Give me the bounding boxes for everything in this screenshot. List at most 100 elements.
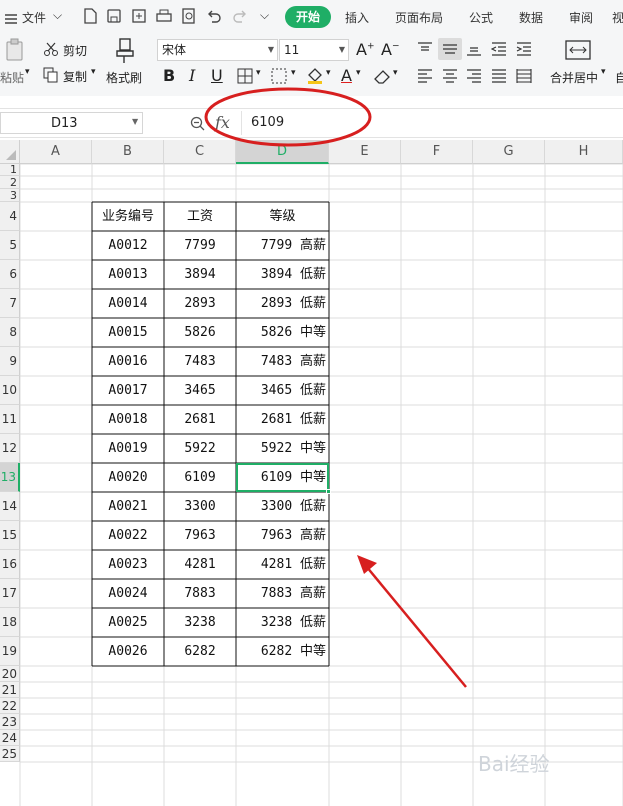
table-cell-salary[interactable]: 5826 <box>164 318 236 347</box>
align-top-icon[interactable] <box>417 41 433 55</box>
table-cell-id[interactable]: A0021 <box>92 492 164 521</box>
print-preview-icon[interactable] <box>181 8 197 24</box>
borders-dropdown-icon[interactable]: ▾ <box>256 68 261 78</box>
undo-icon[interactable] <box>206 8 222 24</box>
table-cell-grade[interactable]: 2681 低薪 <box>236 405 326 434</box>
new-document-icon[interactable] <box>82 8 98 24</box>
table-cell-grade[interactable]: 3894 低薪 <box>236 260 326 289</box>
copy-button[interactable]: 复制 <box>63 68 87 85</box>
table-cell-grade[interactable]: 7799 高薪 <box>236 231 326 260</box>
chevron-down-icon[interactable]: ⌵ <box>53 8 62 23</box>
merge-center-button[interactable]: 合并居中 <box>550 69 598 86</box>
table-cell-id[interactable]: A0020 <box>92 463 164 492</box>
row-header-5[interactable]: 5 <box>0 231 20 260</box>
save-icon[interactable] <box>106 8 122 24</box>
merge-center-icon[interactable] <box>565 40 591 60</box>
tab-start[interactable]: 开始 <box>285 6 331 28</box>
export-pdf-icon[interactable] <box>131 8 147 24</box>
table-cell-salary[interactable]: 5922 <box>164 434 236 463</box>
table-cell-salary[interactable]: 6109 <box>164 463 236 492</box>
zoom-out-icon[interactable] <box>190 116 205 131</box>
table-header-cell[interactable]: 等级 <box>236 202 329 231</box>
table-cell-id[interactable]: A0014 <box>92 289 164 318</box>
table-cell-grade[interactable]: 7483 高薪 <box>236 347 326 376</box>
row-header-8[interactable]: 8 <box>0 318 20 347</box>
italic-icon[interactable]: I <box>189 66 195 85</box>
table-cell-salary[interactable]: 7799 <box>164 231 236 260</box>
spreadsheet-grid[interactable]: ABCDEFGH 1 2 3 4 5 6 7 8 9 10 11 12 13 14 15 16 17 18 19 20… <box>0 140 623 806</box>
tab-view[interactable]: 视 <box>612 9 623 26</box>
row-header-24[interactable]: 24 <box>0 730 20 746</box>
quick-access-dropdown-icon[interactable]: ⌵ <box>260 8 269 23</box>
fill-color-dropdown-icon[interactable]: ▾ <box>326 68 331 78</box>
eraser-icon[interactable] <box>373 68 391 84</box>
table-cell-salary[interactable]: 4281 <box>164 550 236 579</box>
table-cell-id[interactable]: A0022 <box>92 521 164 550</box>
row-header-19[interactable]: 19 <box>0 637 20 666</box>
table-cell-id[interactable]: A0025 <box>92 608 164 637</box>
print-icon[interactable] <box>156 8 172 24</box>
row-header-13[interactable]: 13 <box>0 463 20 492</box>
justify-icon[interactable] <box>491 68 507 83</box>
fill-handle[interactable] <box>326 489 331 494</box>
table-cell-salary[interactable]: 3465 <box>164 376 236 405</box>
table-cell-grade[interactable]: 5826 中等 <box>236 318 326 347</box>
row-header-16[interactable]: 16 <box>0 550 20 579</box>
row-header-11[interactable]: 11 <box>0 405 20 434</box>
table-cell-salary[interactable]: 7883 <box>164 579 236 608</box>
table-cell-salary[interactable]: 3300 <box>164 492 236 521</box>
cell-style-icon[interactable] <box>271 68 289 84</box>
name-box[interactable]: D13 ▼ <box>0 112 143 134</box>
table-cell-salary[interactable]: 7483 <box>164 347 236 376</box>
row-header-20[interactable]: 20 <box>0 666 20 682</box>
row-header-7[interactable]: 7 <box>0 289 20 318</box>
redo-icon[interactable] <box>232 8 248 24</box>
row-header-15[interactable]: 15 <box>0 521 20 550</box>
file-menu[interactable]: 文件 <box>22 9 46 26</box>
table-cell-id[interactable]: A0024 <box>92 579 164 608</box>
table-cell-id[interactable]: A0012 <box>92 231 164 260</box>
table-cell-id[interactable]: A0018 <box>92 405 164 434</box>
column-header-d[interactable]: D <box>236 140 329 164</box>
table-cell-salary[interactable]: 7963 <box>164 521 236 550</box>
table-cell-grade[interactable]: 2893 低薪 <box>236 289 326 318</box>
column-header-g[interactable]: G <box>473 140 545 164</box>
tab-insert[interactable]: 插入 <box>345 9 369 26</box>
merge-dropdown-icon[interactable]: ▾ <box>601 67 606 77</box>
row-header-6[interactable]: 6 <box>0 260 20 289</box>
paste-button[interactable]: 粘贴 <box>0 69 24 86</box>
row-header-2[interactable]: 2 <box>0 176 20 189</box>
table-cell-grade[interactable]: 3238 低薪 <box>236 608 326 637</box>
active-cell-outline[interactable] <box>236 463 331 494</box>
font-color-dropdown-icon[interactable]: ▾ <box>356 68 361 78</box>
align-right-icon[interactable] <box>466 68 482 83</box>
table-cell-id[interactable]: A0019 <box>92 434 164 463</box>
paste-dropdown-icon[interactable]: ▾ <box>25 67 30 77</box>
increase-indent-icon[interactable] <box>516 41 532 56</box>
row-header-25[interactable]: 25 <box>0 746 20 762</box>
underline-icon[interactable]: U <box>211 66 223 85</box>
table-header-cell[interactable]: 工资 <box>164 202 236 231</box>
column-header-c[interactable]: C <box>164 140 236 164</box>
align-bottom-icon[interactable] <box>466 41 482 56</box>
table-cell-id[interactable]: A0026 <box>92 637 164 666</box>
align-middle-icon[interactable] <box>438 38 462 60</box>
borders-icon[interactable] <box>237 68 253 84</box>
align-left-icon[interactable] <box>417 68 433 83</box>
table-cell-salary[interactable]: 2681 <box>164 405 236 434</box>
column-header-h[interactable]: H <box>545 140 623 164</box>
row-header-9[interactable]: 9 <box>0 347 20 376</box>
fx-icon[interactable]: fx <box>215 113 230 132</box>
font-color-icon[interactable]: A <box>341 66 352 85</box>
font-size-select[interactable]: 11 ▼ <box>279 39 349 61</box>
bold-icon[interactable]: B <box>163 66 175 85</box>
copy-dropdown-icon[interactable]: ▾ <box>91 67 96 77</box>
decrease-font-size-icon[interactable]: A− <box>381 40 400 59</box>
decrease-indent-icon[interactable] <box>490 41 507 56</box>
row-header-14[interactable]: 14 <box>0 492 20 521</box>
table-cell-grade[interactable]: 3300 低薪 <box>236 492 326 521</box>
formula-input[interactable]: 6109 <box>241 111 623 135</box>
row-header-10[interactable]: 10 <box>0 376 20 405</box>
table-cell-grade[interactable]: 7963 高薪 <box>236 521 326 550</box>
chevron-down-icon[interactable]: ▼ <box>132 117 138 126</box>
